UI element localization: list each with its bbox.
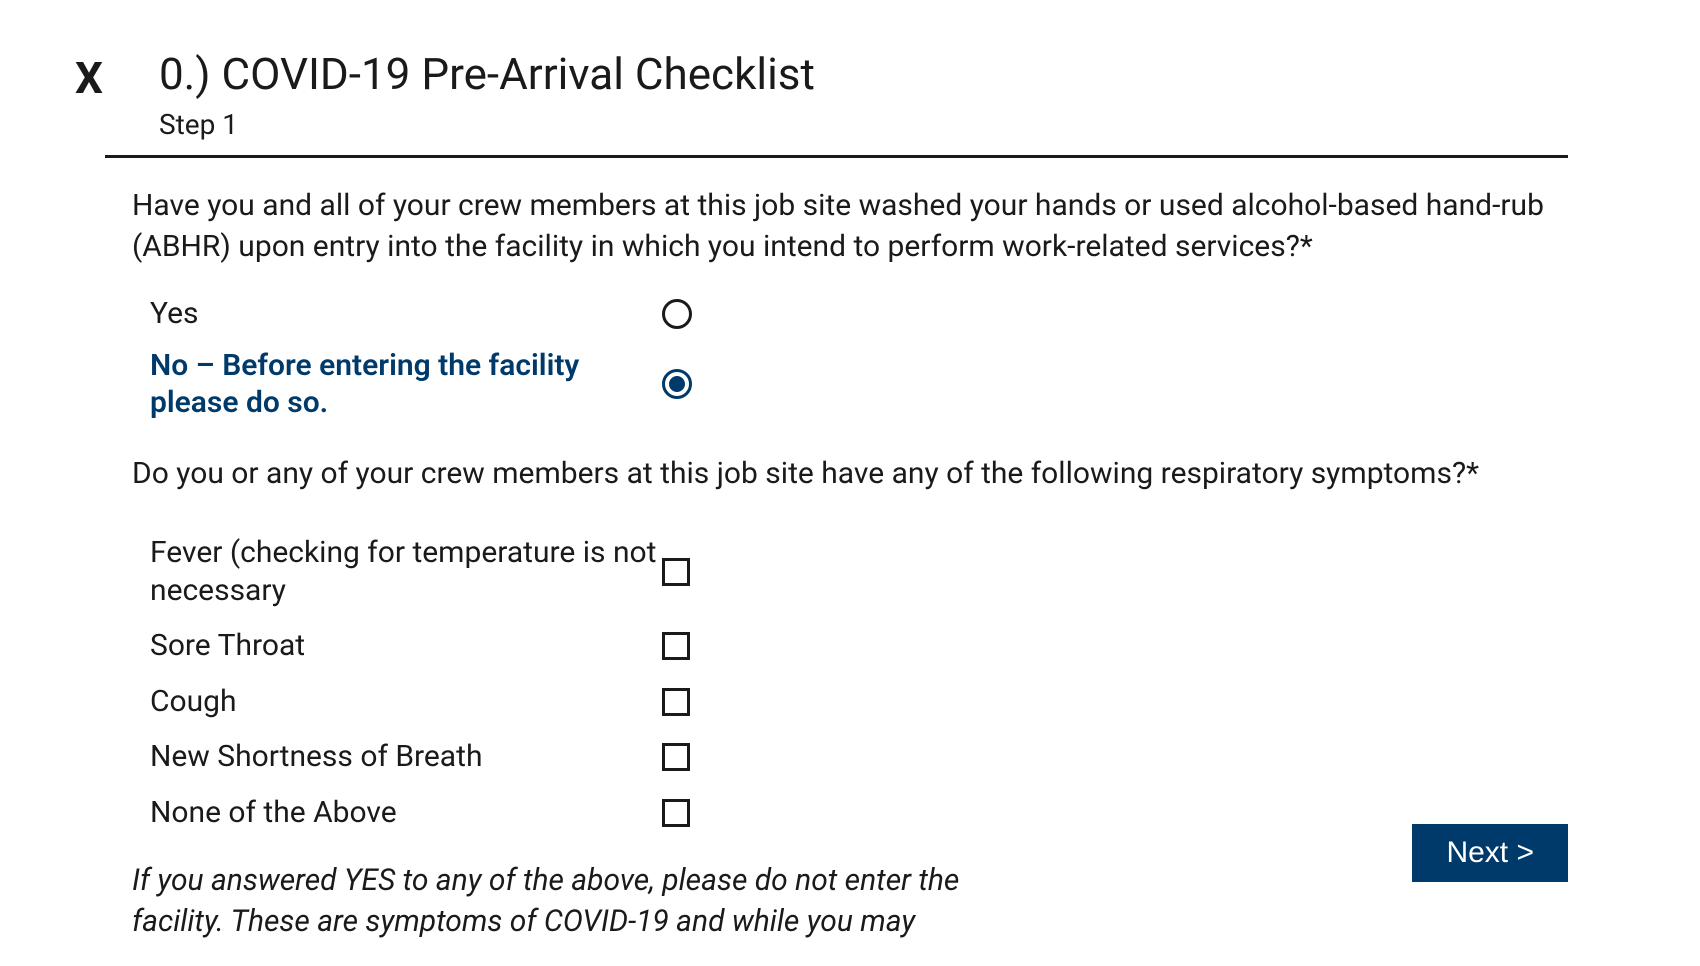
checkbox-unchecked-icon[interactable] — [662, 743, 690, 771]
checklist-form: X 0.) COVID-19 Pre-Arrival Checklist Ste… — [0, 0, 1700, 942]
question-2-block: Do you or any of your crew members at th… — [132, 454, 1568, 832]
q2-option-cough-label: Cough — [150, 683, 662, 721]
radio-inner-dot — [669, 376, 685, 392]
radio-unchecked-icon[interactable] — [662, 299, 692, 329]
q1-option-yes-label: Yes — [150, 295, 662, 333]
checkbox-unchecked-icon[interactable] — [662, 632, 690, 660]
question-2-text: Do you or any of your crew members at th… — [132, 454, 1568, 495]
q2-option-fever-label: Fever (checking for temperature is not n… — [150, 534, 662, 609]
checkbox-unchecked-icon[interactable] — [662, 799, 690, 827]
q2-option-fever[interactable]: Fever (checking for temperature is not n… — [150, 534, 1568, 609]
title-block: 0.) COVID-19 Pre-Arrival Checklist Step … — [159, 50, 815, 141]
q2-option-sore-throat-label: Sore Throat — [150, 627, 662, 665]
q2-option-sore-throat[interactable]: Sore Throat — [150, 627, 1568, 665]
q2-option-shortness-breath[interactable]: New Shortness of Breath — [150, 738, 1568, 776]
next-button[interactable]: Next > — [1412, 824, 1568, 882]
radio-checked-icon[interactable] — [662, 369, 692, 399]
step-label: Step 1 — [159, 108, 815, 141]
q2-option-none[interactable]: None of the Above — [150, 794, 1568, 832]
page-title: 0.) COVID-19 Pre-Arrival Checklist — [159, 50, 815, 98]
close-button[interactable]: X — [75, 56, 101, 100]
q1-options: Yes No – Before entering the facility pl… — [150, 295, 1568, 422]
q2-option-none-label: None of the Above — [150, 794, 662, 832]
q1-option-no-label: No – Before entering the facility please… — [150, 347, 662, 422]
q2-option-cough[interactable]: Cough — [150, 683, 1568, 721]
question-1-text: Have you and all of your crew members at… — [132, 186, 1568, 267]
q2-options: Fever (checking for temperature is not n… — [150, 534, 1568, 831]
q1-option-no[interactable]: No – Before entering the facility please… — [150, 347, 1568, 422]
q2-option-shortness-breath-label: New Shortness of Breath — [150, 738, 662, 776]
warning-note: If you answered YES to any of the above,… — [132, 861, 1032, 942]
q1-option-yes[interactable]: Yes — [150, 295, 1568, 333]
checkbox-unchecked-icon[interactable] — [662, 558, 690, 586]
checkbox-unchecked-icon[interactable] — [662, 688, 690, 716]
header-row: X 0.) COVID-19 Pre-Arrival Checklist Ste… — [0, 50, 1700, 141]
